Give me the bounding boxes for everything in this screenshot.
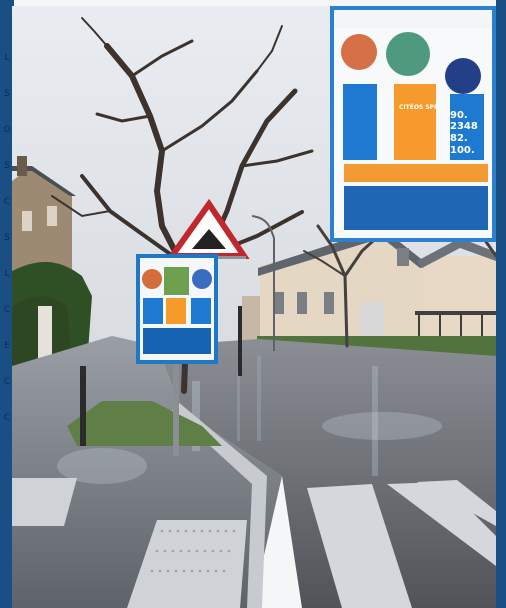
bollard-right <box>238 306 242 376</box>
stat-two: 2348 <box>450 121 478 132</box>
poster-photo-3 <box>445 58 481 94</box>
screenshot-frame: L S O S C S L C E C C 90. 2348 82. 100. … <box>0 0 506 608</box>
poster-photo-2 <box>386 32 430 76</box>
project-poster <box>136 254 218 364</box>
bollard-left <box>80 366 86 446</box>
brand-label: CITÉOS SPIE <box>399 103 440 111</box>
stat-three: 82. <box>450 133 468 144</box>
street-photo: 90. 2348 82. 100. CITÉOS SPIE <box>12 6 496 608</box>
right-blue-border <box>496 0 506 608</box>
street-scene-svg: 90. 2348 82. 100. CITÉOS SPIE <box>12 6 496 608</box>
large-poster-panel: 90. 2348 82. 100. CITÉOS SPIE <box>330 6 496 242</box>
stat-four: 100. <box>450 145 475 156</box>
poster-photo-1 <box>341 34 377 70</box>
stat-one: 90. <box>450 110 468 121</box>
